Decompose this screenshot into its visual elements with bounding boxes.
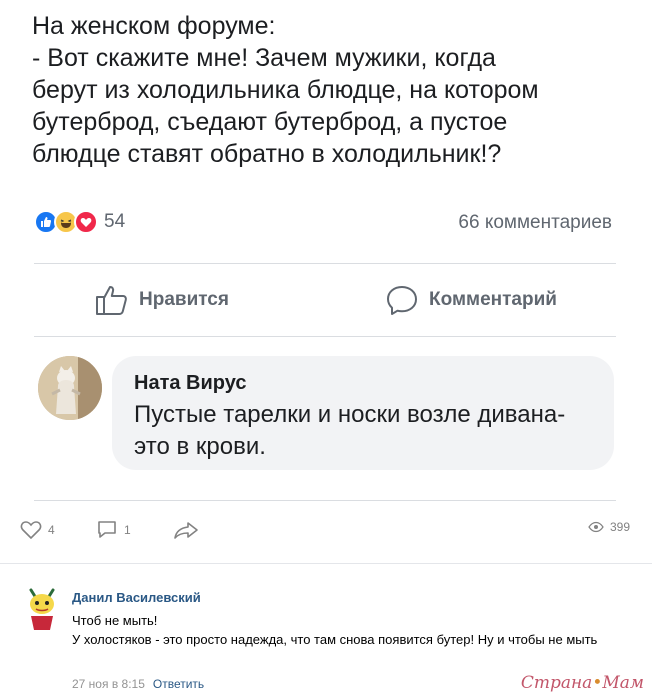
divider bbox=[34, 336, 616, 337]
top-comment: Ната Вирус Пустые тарелки и носки возле … bbox=[112, 356, 614, 470]
comment-date[interactable]: 27 ноя в 8:15 bbox=[72, 677, 145, 691]
heart-icon bbox=[20, 521, 42, 540]
vk-like-button[interactable]: 4 bbox=[20, 520, 55, 540]
comment-label: Комментарий bbox=[429, 289, 557, 310]
divider bbox=[34, 500, 616, 501]
comment-meta: 27 ноя в 8:15 Ответить bbox=[72, 677, 204, 691]
comment-button[interactable]: Комментарий bbox=[385, 284, 557, 316]
reactions-count: 54 bbox=[104, 211, 126, 232]
vk-views-count: 399 bbox=[609, 520, 630, 534]
commenter-avatar[interactable] bbox=[22, 586, 62, 632]
vk-comment-count: 1 bbox=[124, 523, 131, 537]
thumbs-up-icon bbox=[96, 286, 127, 315]
post-text: На женском форуме: - Вот скажите мне! За… bbox=[32, 12, 539, 168]
vk-like-count: 4 bbox=[48, 523, 55, 537]
divider bbox=[0, 563, 652, 564]
like-button[interactable]: Нравится bbox=[95, 284, 229, 316]
eye-icon bbox=[588, 521, 604, 533]
reactions-summary[interactable]: 54 bbox=[34, 210, 125, 234]
comment-text: Пустые тарелки и носки возле дивана- это… bbox=[134, 401, 566, 460]
vk-comment-button[interactable]: 1 bbox=[96, 520, 131, 540]
like-label: Нравится bbox=[139, 289, 229, 310]
avatar[interactable] bbox=[38, 356, 102, 420]
comments-count[interactable]: 66 комментариев bbox=[458, 212, 612, 234]
love-reaction-icon bbox=[74, 210, 98, 234]
vk-share-button[interactable] bbox=[172, 520, 200, 540]
comment-author[interactable]: Ната Вирус bbox=[134, 372, 592, 395]
cat-photo-icon bbox=[38, 356, 102, 420]
comment-bubble-icon bbox=[387, 286, 417, 315]
vk-post-stats: 4 1 399 bbox=[20, 520, 640, 546]
cartoon-character-icon bbox=[29, 588, 55, 630]
commenter-text: Чтоб не мыть! У холостяков - это просто … bbox=[72, 613, 598, 647]
watermark-logo: Страна•Мам bbox=[520, 673, 644, 693]
comment-icon bbox=[98, 521, 116, 538]
reply-link[interactable]: Ответить bbox=[153, 677, 204, 691]
divider bbox=[34, 263, 616, 264]
commenter-name[interactable]: Данил Василевский bbox=[72, 590, 201, 605]
vk-views: 399 bbox=[588, 520, 630, 534]
share-icon bbox=[174, 522, 198, 539]
